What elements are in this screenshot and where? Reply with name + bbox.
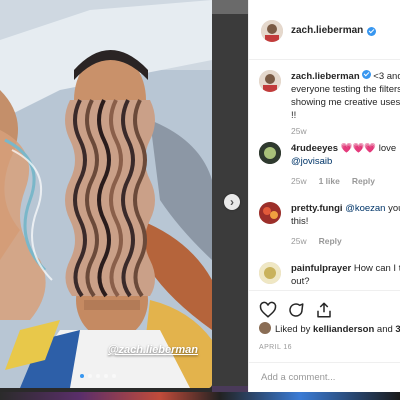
comment-text: painfulprayer How can I tr out? xyxy=(291,262,400,288)
verified-badge-icon xyxy=(361,70,371,79)
comment-username[interactable]: painfulprayer xyxy=(291,263,351,274)
likes-conjunction: and xyxy=(376,324,393,335)
likes-count[interactable]: 3 xyxy=(395,324,400,335)
reply-button[interactable]: Reply xyxy=(352,176,375,186)
post-details-panel: zach.lieberman zach.lieberman <3 and eve… xyxy=(248,0,400,398)
comment-time[interactable]: 25w xyxy=(291,176,307,186)
comment-avatar[interactable] xyxy=(259,142,281,164)
comment-body: 💗💗💗 love xyxy=(340,143,397,154)
comment-avatar[interactable] xyxy=(259,202,281,224)
caption-avatar[interactable] xyxy=(259,70,281,92)
comment-meta: 25w Reply xyxy=(291,236,342,246)
comment-meta: 25w 1 like Reply xyxy=(291,176,375,186)
comment-body-line2: out? xyxy=(291,276,310,287)
media-watermark: @zach.lieberman xyxy=(107,344,198,356)
comment-username[interactable]: 4rudeeyes xyxy=(291,143,338,154)
background-strip xyxy=(0,392,400,400)
likes-summary: Liked by kellianderson and 3 xyxy=(259,322,400,335)
add-comment-placeholder: Add a comment... xyxy=(261,372,336,383)
carousel-dots xyxy=(80,374,116,378)
liker-avatar[interactable] xyxy=(259,322,271,334)
comment-mention[interactable]: @jovisaib xyxy=(291,156,332,167)
next-slide-button[interactable]: › xyxy=(224,194,240,210)
post-date[interactable]: APRIL 16 xyxy=(259,344,292,351)
caption-meta: 25w xyxy=(291,126,307,136)
caption-text: zach.lieberman <3 and everyone testing t… xyxy=(291,70,400,122)
add-comment-field[interactable]: Add a comment... xyxy=(249,362,400,392)
comment-body-line2: this! xyxy=(291,216,309,227)
caption: zach.lieberman <3 and everyone testing t… xyxy=(259,70,400,140)
caption-time[interactable]: 25w xyxy=(291,126,307,136)
caption-username[interactable]: zach.lieberman xyxy=(291,71,360,82)
post-media[interactable]: @zach.lieberman xyxy=(0,0,212,388)
verified-badge-icon xyxy=(367,27,376,36)
caption-line1: <3 and xyxy=(373,71,400,82)
post-photo xyxy=(0,0,212,388)
comment-body: you' xyxy=(388,203,400,214)
carousel-dot[interactable] xyxy=(112,374,116,378)
likes-prefix: Liked by xyxy=(275,324,311,335)
carousel-dot[interactable] xyxy=(80,374,84,378)
caption-line4: !! xyxy=(291,110,297,121)
carousel-dot[interactable] xyxy=(88,374,92,378)
comment-icon[interactable] xyxy=(287,301,305,319)
carousel-dot[interactable] xyxy=(104,374,108,378)
comment-username[interactable]: pretty.fungi xyxy=(291,203,343,214)
caption-line2: everyone testing the filters xyxy=(291,84,400,95)
heart-icon[interactable] xyxy=(259,301,277,319)
comment-avatar[interactable] xyxy=(259,262,281,284)
caption-line3: showing me creative uses. xyxy=(291,97,400,108)
comment-mention[interactable]: @koezan xyxy=(345,203,385,214)
reply-button[interactable]: Reply xyxy=(319,236,342,246)
author-avatar[interactable] xyxy=(261,20,283,42)
comment-body: How can I tr xyxy=(353,263,400,274)
comment-likes[interactable]: 1 like xyxy=(319,176,340,186)
liker-username[interactable]: kellianderson xyxy=(313,324,374,335)
comment-item: pretty.fungi @koezan you' this! 25w Repl… xyxy=(259,202,400,252)
author-username[interactable]: zach.lieberman xyxy=(291,25,363,36)
post-header: zach.lieberman xyxy=(249,0,400,60)
comment-text: 4rudeeyes 💗💗💗 love @jovisaib xyxy=(291,142,400,168)
comment-item: 4rudeeyes 💗💗💗 love @jovisaib 25w 1 like … xyxy=(259,142,400,192)
comment-text: pretty.fungi @koezan you' this! xyxy=(291,202,400,228)
chevron-right-icon: › xyxy=(230,195,234,209)
comment-item: painfulprayer How can I tr out? xyxy=(259,262,400,292)
share-icon[interactable] xyxy=(315,301,333,319)
comment-time[interactable]: 25w xyxy=(291,236,307,246)
carousel-dot[interactable] xyxy=(96,374,100,378)
